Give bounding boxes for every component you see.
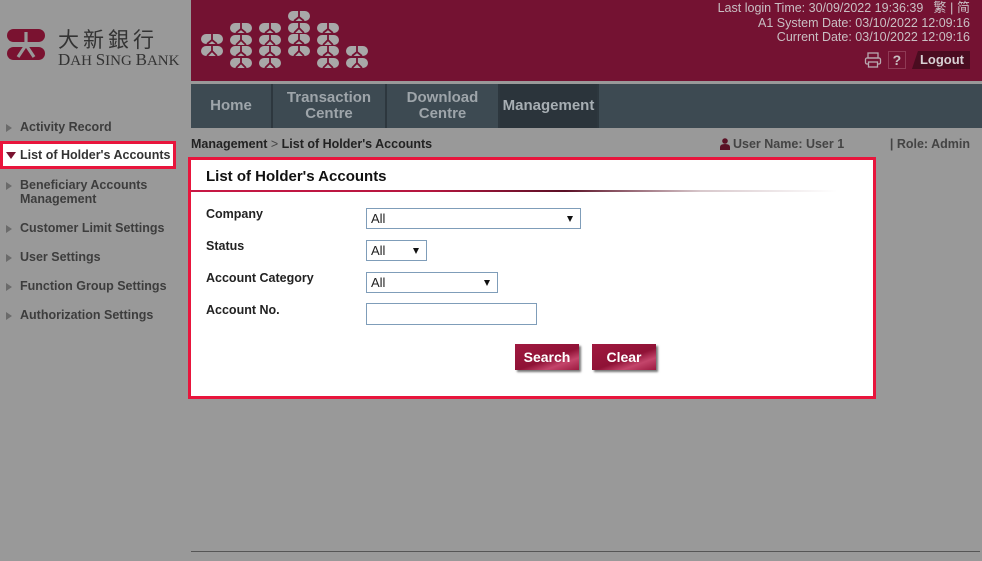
logout-button[interactable]: Logout	[911, 51, 970, 69]
session-info: Last login Time: 30/09/2022 19:36:39 繁 | …	[717, 0, 970, 45]
sidebar-item-user-settings[interactable]: User Settings	[0, 250, 101, 264]
triangle-right-icon	[6, 225, 12, 233]
header-banner: Last login Time: 30/09/2022 19:36:39 繁 | …	[191, 0, 982, 81]
status-select[interactable]: All	[366, 240, 427, 261]
holders-accounts-search-panel: List of Holder's Accounts Company All St…	[188, 157, 876, 399]
header-tools: ? Logout	[864, 51, 970, 69]
triangle-right-icon	[6, 312, 12, 320]
panel-title: List of Holder's Accounts	[206, 168, 387, 185]
nav-tab-management[interactable]: Management	[500, 84, 599, 128]
sidebar-item-beneficiary-accounts-management[interactable]: Beneficiary Accounts Management	[0, 178, 147, 206]
breadcrumb-parent[interactable]: Management	[191, 137, 267, 151]
sidebar-item-function-group-settings[interactable]: Function Group Settings	[0, 279, 167, 293]
account-category-select[interactable]: All	[366, 272, 498, 293]
dropdown-arrow-icon	[484, 280, 490, 286]
dropdown-arrow-icon	[413, 248, 419, 254]
last-login-time: Last login Time: 30/09/2022 19:36:39	[717, 1, 924, 15]
breadcrumb-current: List of Holder's Accounts	[281, 137, 433, 151]
sidebar-item-list-of-holders-accounts[interactable]: List of Holder's Accounts	[0, 141, 176, 169]
company-select[interactable]: All	[366, 208, 581, 229]
help-button[interactable]: ?	[887, 51, 906, 69]
language-switch: 繁 | 简	[933, 0, 970, 15]
lang-simplified-link[interactable]: 简	[957, 0, 970, 15]
sidebar-item-activity-record[interactable]: Activity Record	[0, 120, 112, 134]
sidebar-item-customer-limit-settings[interactable]: Customer Limit Settings	[0, 221, 164, 235]
bank-logo-mark-icon	[7, 29, 45, 60]
company-label: Company	[206, 207, 263, 221]
footer-divider	[191, 551, 980, 552]
status-label: Status	[206, 239, 245, 253]
user-role: | Role: Admin	[889, 137, 970, 151]
user-info: User Name: User 1	[720, 137, 844, 151]
main-nav: Home Transaction Centre Download Centre Ma…	[191, 84, 982, 128]
printer-icon[interactable]	[864, 52, 882, 68]
account-no-label: Account No.	[206, 303, 280, 317]
title-divider	[191, 190, 871, 192]
user-name: User Name: User 1	[733, 137, 845, 151]
system-date: A1 System Date: 03/10/2022 12:09:16	[758, 15, 970, 30]
dah-sing-bank-logo: 大新銀行 DAH SING BANK	[6, 24, 180, 69]
user-icon	[720, 138, 730, 150]
nav-tab-download-centre[interactable]: Download Centre	[387, 84, 500, 128]
clear-button[interactable]: Clear	[592, 344, 656, 370]
account-no-input[interactable]	[366, 303, 537, 325]
sidebar-item-authorization-settings[interactable]: Authorization Settings	[0, 308, 153, 322]
triangle-right-icon	[6, 254, 12, 262]
account-category-label: Account Category	[206, 271, 314, 285]
nav-tab-transaction-centre[interactable]: Transaction Centre	[273, 84, 387, 128]
lang-traditional-link[interactable]: 繁	[933, 0, 946, 15]
triangle-down-icon	[6, 152, 16, 159]
nav-tab-home[interactable]: Home	[191, 84, 273, 128]
breadcrumb: Management > List of Holder's Accounts	[191, 137, 433, 151]
dropdown-arrow-icon	[567, 216, 573, 222]
triangle-right-icon	[6, 124, 12, 132]
current-date: Current Date: 03/10/2022 12:09:16	[776, 30, 970, 44]
triangle-right-icon	[6, 283, 12, 291]
triangle-right-icon	[6, 182, 12, 190]
search-button[interactable]: Search	[515, 344, 579, 370]
bank-name-english: DAH SING BANK	[58, 50, 180, 69]
banner-logo-pattern-icon	[200, 10, 369, 69]
